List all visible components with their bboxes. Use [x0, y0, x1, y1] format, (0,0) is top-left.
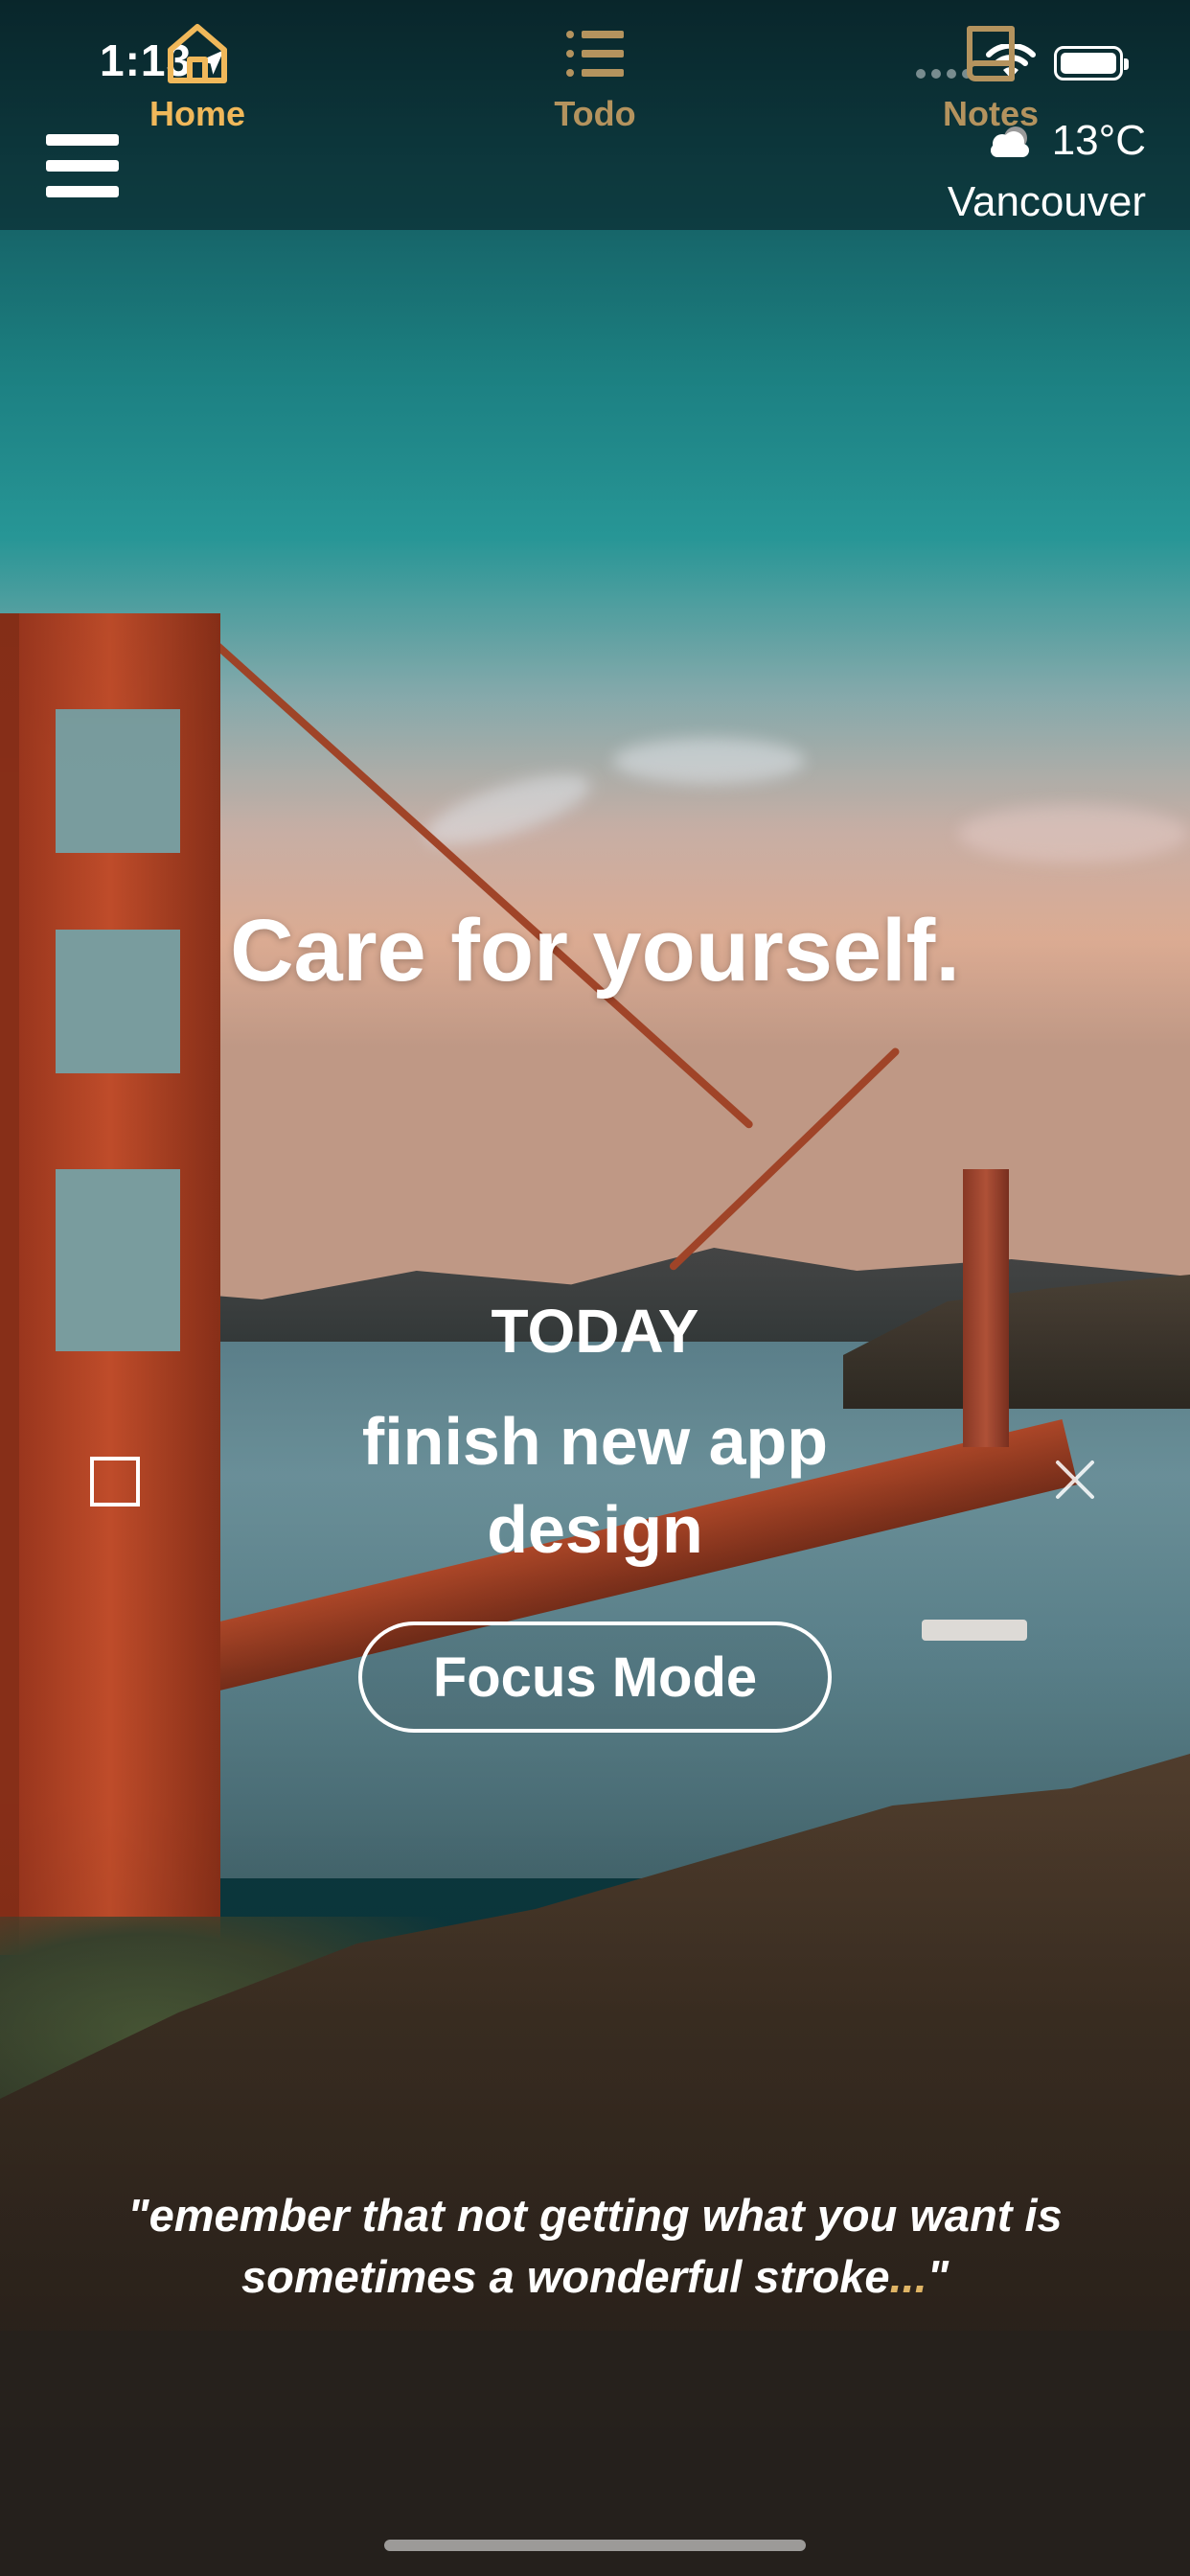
tab-notes-label: Notes — [942, 94, 1040, 133]
task-checkbox[interactable] — [90, 1457, 140, 1506]
tab-todo-label: Todo — [554, 94, 636, 133]
tab-home-label: Home — [149, 94, 246, 133]
tab-notes[interactable]: Notes — [876, 19, 1106, 172]
focus-mode-button[interactable]: Focus Mode — [358, 1622, 832, 1733]
book-icon — [967, 26, 1015, 81]
quote-ellipsis[interactable]: ... — [890, 2251, 927, 2302]
tab-home[interactable]: Home — [82, 19, 312, 172]
quote-close-mark: " — [927, 2251, 949, 2302]
task-text: finish new app design — [361, 1404, 829, 1567]
today-label: TODAY — [491, 1297, 699, 1366]
weather-city: Vancouver — [947, 178, 1146, 225]
home-indicator[interactable] — [384, 2540, 806, 2551]
quote-text: "emember that not getting what you want … — [57, 2185, 1133, 2308]
tab-todo[interactable]: Todo — [480, 19, 710, 172]
list-icon — [566, 31, 624, 77]
home-icon — [168, 24, 227, 83]
headline: Care for yourself. — [230, 902, 960, 1000]
close-icon[interactable] — [1050, 1455, 1100, 1505]
